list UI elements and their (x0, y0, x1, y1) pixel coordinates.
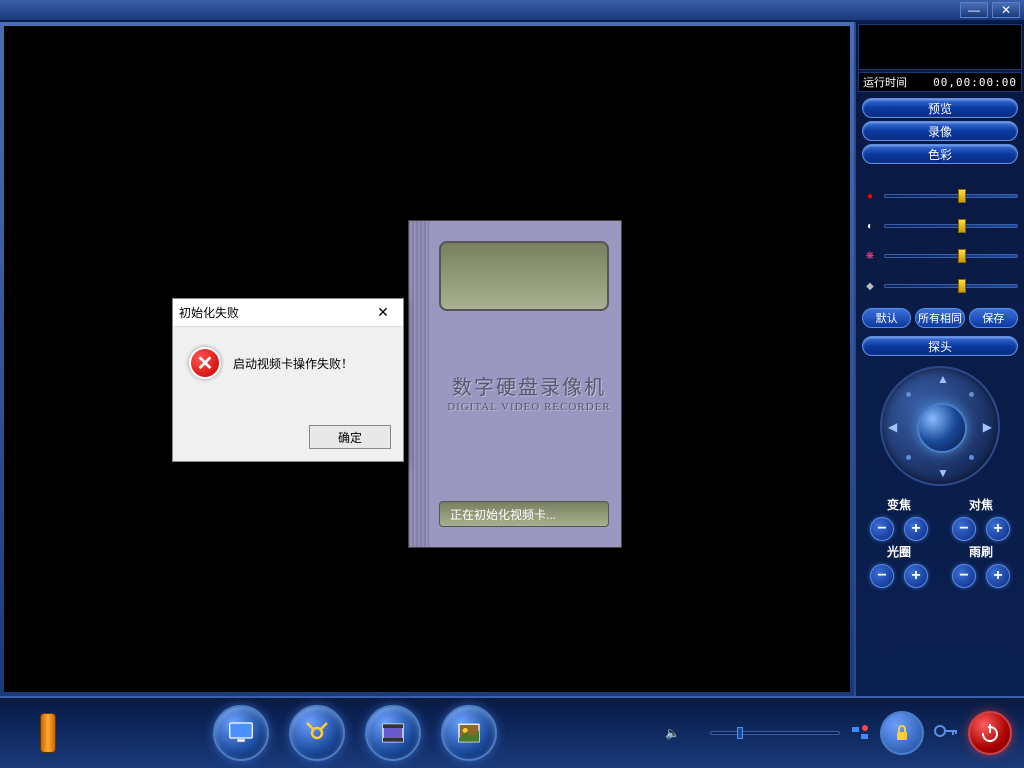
tab-color[interactable]: 色彩 (862, 144, 1018, 164)
dialog-close-button[interactable]: ✕ (369, 303, 397, 323)
slider-thumb-hue[interactable] (958, 189, 966, 203)
lock-icon (892, 723, 912, 743)
ptz-downright[interactable] (969, 455, 974, 460)
color-sliders: ● ◐ ❋ ◆ (856, 188, 1024, 294)
power-button[interactable] (968, 711, 1012, 755)
dialog-titlebar[interactable]: 初始化失败 ✕ (173, 299, 403, 327)
zoom-minus[interactable]: − (870, 517, 894, 541)
error-dialog: 初始化失败 ✕ ✕ 启动视频卡操作失败！ 确定 (172, 298, 404, 462)
settings-button[interactable] (289, 705, 345, 761)
default-button[interactable]: 默认 (862, 308, 911, 328)
splash-spine-deco (409, 221, 429, 547)
all-same-button[interactable]: 所有相同 (915, 308, 964, 328)
slider-track-contrast[interactable] (884, 224, 1018, 228)
saturation-icon: ❋ (862, 248, 878, 264)
lock-button[interactable] (880, 711, 924, 755)
iris-label: 光圈 (868, 543, 930, 560)
ptz-left[interactable]: ◀ (888, 420, 897, 434)
contrast-icon: ◐ (862, 218, 878, 234)
zoom-label: 变焦 (868, 496, 930, 513)
runtime-value: 00,00:00:00 (933, 76, 1017, 89)
runtime-bar: 运行时间 00,00:00:00 (858, 72, 1022, 92)
ptz-upright[interactable] (969, 392, 974, 397)
brand-logo-area (858, 24, 1022, 70)
probe-button[interactable]: 探头 (862, 336, 1018, 356)
ptz-up[interactable]: ▲ (937, 372, 949, 386)
dialog-message: 启动视频卡操作失败！ (233, 355, 353, 372)
focus-plus[interactable]: + (986, 517, 1010, 541)
splash-title-cn: 数字硬盘录像机 (449, 371, 609, 400)
wiper-label: 雨刷 (950, 543, 1012, 560)
gallery-button[interactable] (441, 705, 497, 761)
splash-status-text: 正在初始化视频卡... (439, 501, 609, 527)
slider-track-brightness[interactable] (884, 284, 1018, 288)
titlebar: — ✕ (0, 0, 1024, 22)
slider-track-hue[interactable] (884, 194, 1018, 198)
dialog-body: ✕ 启动视频卡操作失败！ (173, 327, 403, 399)
slider-track-saturation[interactable] (884, 254, 1018, 258)
error-icon: ✕ (189, 347, 221, 379)
slider-saturation: ❋ (862, 248, 1018, 264)
network-icon[interactable] (850, 723, 870, 743)
volume-thumb[interactable] (737, 727, 743, 739)
left-decoration (40, 713, 56, 753)
slider-brightness: ◆ (862, 278, 1018, 294)
ptz-center-button[interactable] (917, 403, 967, 453)
splash-panel: 数字硬盘录像机 DIGITAL VIDEO RECORDER 正在初始化视频卡.… (408, 220, 622, 548)
playback-button[interactable] (365, 705, 421, 761)
save-button[interactable]: 保存 (969, 308, 1018, 328)
wiper-minus[interactable]: − (952, 564, 976, 588)
ptz-downleft[interactable] (906, 455, 911, 460)
slider-thumb-saturation[interactable] (958, 249, 966, 263)
splash-lcd-screen (439, 241, 609, 311)
ptz-controls-grid: 变焦 − + 对焦 − + 光圈 − + 雨刷 − + (856, 496, 1024, 588)
focus-label: 对焦 (950, 496, 1012, 513)
slider-thumb-contrast[interactable] (958, 219, 966, 233)
minimize-button[interactable]: — (960, 2, 988, 18)
dialog-ok-button[interactable]: 确定 (309, 425, 391, 449)
focus-minus[interactable]: − (952, 517, 976, 541)
bottombar: 🔈 (0, 696, 1024, 768)
power-icon (979, 722, 1001, 744)
monitor-button[interactable] (213, 705, 269, 761)
brightness-icon: ◆ (862, 278, 878, 294)
key-icon[interactable] (934, 723, 958, 744)
tab-preview[interactable]: 预览 (862, 98, 1018, 118)
ptz-down[interactable]: ▼ (937, 466, 949, 480)
sidebar: 运行时间 00,00:00:00 预览 录像 色彩 ● ◐ ❋ ◆ 默认 所有相… (854, 22, 1024, 696)
ptz-right[interactable]: ▶ (983, 420, 992, 434)
slider-contrast: ◐ (862, 218, 1018, 234)
wiper-plus[interactable]: + (986, 564, 1010, 588)
ptz-wheel: ▲ ▼ ◀ ▶ (880, 366, 1000, 486)
runtime-label: 运行时间 (863, 74, 933, 90)
splash-title-en: DIGITAL VIDEO RECORDER (439, 401, 619, 413)
iris-minus[interactable]: − (870, 564, 894, 588)
volume-icon: 🔈 (665, 726, 680, 740)
tab-record[interactable]: 录像 (862, 121, 1018, 141)
ptz-ring: ▲ ▼ ◀ ▶ (880, 366, 1000, 486)
hue-icon: ● (862, 188, 878, 204)
zoom-plus[interactable]: + (904, 517, 928, 541)
iris-plus[interactable]: + (904, 564, 928, 588)
picture-icon (454, 718, 484, 748)
film-icon (378, 718, 408, 748)
ptz-upleft[interactable] (906, 392, 911, 397)
volume-slider[interactable] (710, 731, 840, 735)
close-button[interactable]: ✕ (992, 2, 1020, 18)
tools-icon (302, 718, 332, 748)
slider-hue: ● (862, 188, 1018, 204)
monitor-icon (226, 718, 256, 748)
dialog-title: 初始化失败 (179, 304, 369, 321)
slider-thumb-brightness[interactable] (958, 279, 966, 293)
